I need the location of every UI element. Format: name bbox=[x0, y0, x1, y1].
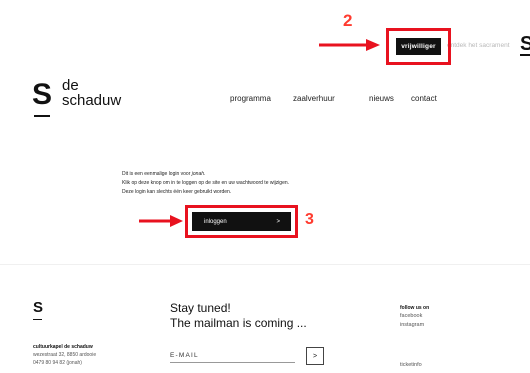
annotation-step-3: 3 bbox=[305, 211, 314, 228]
follow-title: follow us on bbox=[400, 305, 430, 311]
footer-address: wezestraat 32, 8850 ardooie bbox=[33, 352, 97, 358]
site-logo-underline bbox=[34, 115, 50, 117]
nav-nieuws[interactable]: nieuws bbox=[369, 94, 394, 103]
nav-programma[interactable]: programma bbox=[230, 94, 271, 103]
nav-contact[interactable]: contact bbox=[411, 94, 437, 103]
footer-logo-underline bbox=[33, 319, 42, 320]
sacrament-link[interactable]: ontdek het sacrament bbox=[447, 42, 510, 49]
facebook-link[interactable]: facebook bbox=[400, 313, 422, 319]
newsletter-email-input[interactable] bbox=[170, 352, 295, 363]
login-info-line1: Dit is een eenmalige login voor jonah. bbox=[122, 171, 206, 177]
footer-org-name: cultuurkapel de schaduw bbox=[33, 344, 93, 350]
site-logo-line1[interactable]: de bbox=[62, 78, 79, 93]
newsletter-title-line2: The mailman is coming ... bbox=[170, 316, 307, 330]
annotation-arrow-top bbox=[319, 39, 380, 51]
instagram-link[interactable]: instagram bbox=[400, 322, 424, 328]
footer-divider bbox=[0, 264, 530, 265]
login-info-line3: Deze login kan slechts één keer gebruikt… bbox=[122, 189, 232, 195]
annotation-highlight-volunteer bbox=[386, 28, 451, 65]
login-username: jonah bbox=[191, 171, 204, 177]
login-info-line2: Klik op deze knop om in te loggen op de … bbox=[122, 180, 290, 186]
annotation-step-2: 2 bbox=[343, 11, 353, 30]
newsletter-submit-button[interactable]: > bbox=[306, 347, 324, 365]
nav-zaalverhuur[interactable]: zaalverhuur bbox=[293, 94, 335, 103]
newsletter-title-line1: Stay tuned! bbox=[170, 301, 231, 315]
annotation-arrow-login bbox=[139, 215, 183, 227]
ticketinfo-link[interactable]: ticketinfo bbox=[400, 362, 422, 368]
footer-phone: 0479 80 94 82 (jonah) bbox=[33, 360, 82, 366]
footer-logo-letter: S bbox=[33, 299, 44, 316]
sacrament-logo[interactable]: S bbox=[520, 34, 530, 56]
chevron-right-icon: > bbox=[312, 352, 318, 360]
site-logo-line2[interactable]: schaduw bbox=[62, 93, 121, 108]
annotation-highlight-login bbox=[185, 205, 298, 238]
site-logo-letter[interactable]: S bbox=[32, 80, 52, 110]
